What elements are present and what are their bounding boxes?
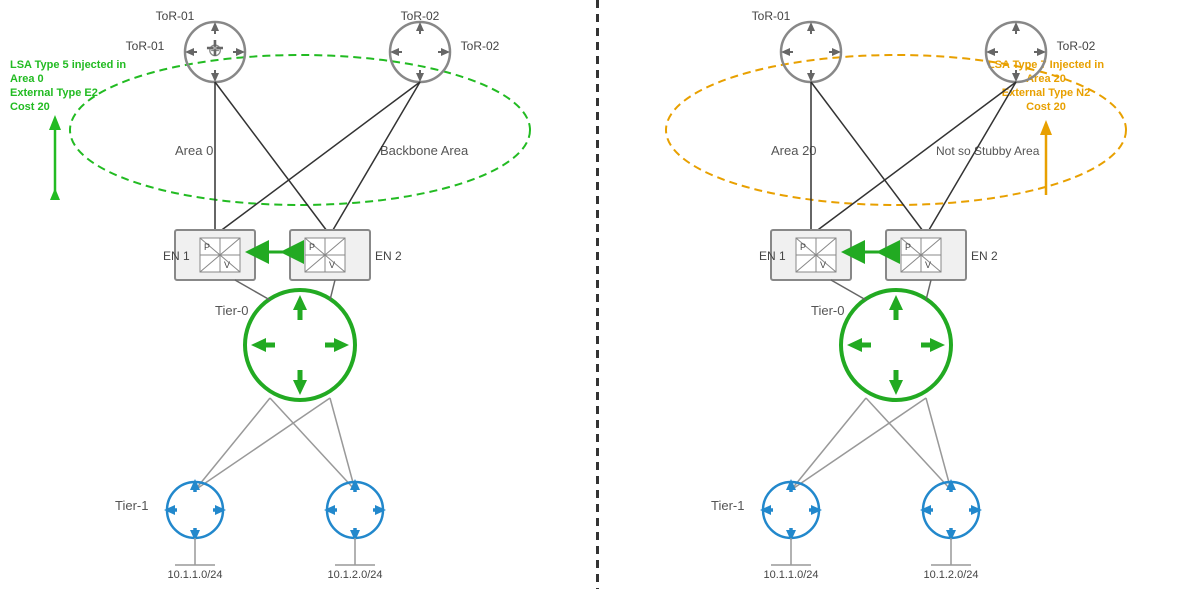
right-nssa-label: Not so Stubby Area [936,144,1040,158]
left-en2-v-text: V [329,260,335,270]
right-en1-v-text: V [820,260,826,270]
right-tier0-tier1a-line1 [791,398,866,490]
left-tor01-label: ToR-01 [126,39,165,53]
left-up-arrowhead [293,295,307,310]
left-area-ellipse [70,55,530,205]
right-annotation-line4: Cost 20 [1026,101,1066,113]
right-t1a-right-arrow [811,505,822,515]
left-tor02-en1-line [215,82,420,235]
left-en2-tier0-line [330,280,335,300]
left-tier0-tier1a-line1 [195,398,270,490]
left-tor01-en2-line [215,82,330,235]
left-tier1-label: Tier-1 [115,498,148,513]
right-down-arrowhead [889,380,903,395]
left-tor02-en2-line [330,82,420,235]
left-en1-tier0-line [235,280,270,300]
left-left-arrowhead [251,338,266,352]
left-tor02-name: ToR-02 [461,39,500,53]
right-en2-p-text: P [905,242,911,252]
right-tier0-tier1a-line2 [791,398,926,490]
right-t1b-up-arrow [946,479,956,490]
right-area20-label: Area 20 [771,143,817,158]
right-tor02-en1-line [811,82,1016,235]
right-tier0-label: Tier-0 [811,303,844,318]
left-backbone-label: Backbone Area [380,143,469,158]
left-t1b-right-arrow [375,505,386,515]
left-subnet2-label: 10.1.2.0/24 [327,569,382,581]
main-container: LSA Type 5 injected in Area 0 External T… [0,0,1193,589]
left-annotation-arrow-up [49,115,61,130]
left-tor02-label: ToR-02 [401,9,440,23]
left-subnet1-label: 10.1.1.0/24 [167,569,222,581]
left-annotation-line3: External Type E2 [10,87,98,99]
right-t1a-up-arrow [786,479,796,490]
right-panel: LSA Type 7 Injected in Area 20 External … [596,0,1193,589]
right-annotation-arrowhead [1040,120,1052,135]
right-tor02-en2-line [926,82,1016,235]
left-t1b-left-arrow [324,505,335,515]
right-tier1-label: Tier-1 [711,498,744,513]
right-annotation-line2: Area 20 [1026,73,1066,85]
right-subnet1-label: 10.1.1.0/24 [763,569,818,581]
right-tor02-name: ToR-02 [1057,39,1096,53]
right-t1a-left-arrow [760,505,771,515]
left-tier0-label: Tier-0 [215,303,248,318]
left-annotation-line2: Area 0 [10,73,44,85]
right-en2-label: EN 2 [971,249,998,263]
right-en2-v-text: V [925,260,931,270]
left-tor01-arrows: ✛ [206,36,224,61]
left-down-arrowhead [293,380,307,395]
left-en1-p-text: P [204,242,210,252]
right-t1b-right-arrow [971,505,982,515]
left-tier0-tier1a-line2 [195,398,330,490]
right-annotation-line3: External Type N2 [1002,87,1090,99]
left-annotation-line4: Cost 20 [10,101,50,113]
right-en1-tier0-line [831,280,866,300]
right-up-arrowhead [889,295,903,310]
left-en1-v-text: V [224,260,230,270]
right-right-arrowhead [930,338,945,352]
left-tor01-name: ToR-01 [156,9,195,23]
left-t1b-up-arrow [350,479,360,490]
right-subnet2-label: 10.1.2.0/24 [923,569,978,581]
left-area0-label: Area 0 [175,143,213,158]
left-right-arrowhead [334,338,349,352]
left-annotation-line1: LSA Type 5 injected in [10,59,126,71]
right-t1b-left-arrow [920,505,931,515]
left-panel: LSA Type 5 injected in Area 0 External T… [0,0,596,589]
left-t1a-right-arrow [215,505,226,515]
right-en2-tier0-line [926,280,931,300]
right-en1-label: EN 1 [759,249,786,263]
right-en1-p-text: P [800,242,806,252]
left-en2-label: EN 2 [375,249,402,263]
right-tor01-name: ToR-01 [752,9,791,23]
right-left-arrowhead [847,338,862,352]
left-t1a-left-arrow [164,505,175,515]
panel-divider [596,0,599,589]
left-t1a-up-arrow [190,479,200,490]
left-en1-label: EN 1 [163,249,190,263]
left-en2-p-text: P [309,242,315,252]
right-tor01-en2-line [811,82,926,235]
